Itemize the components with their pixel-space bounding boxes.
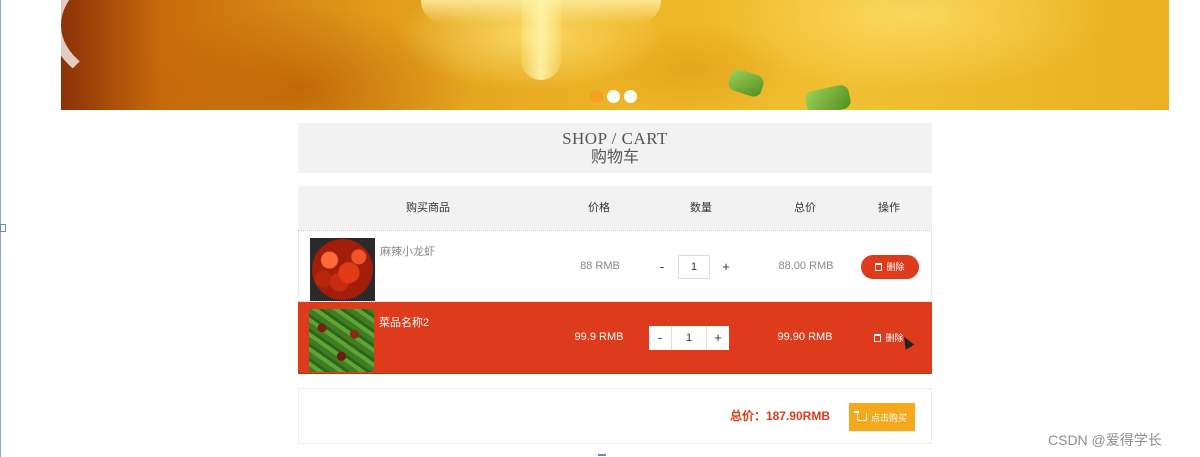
header-product: 购买商品 — [406, 202, 450, 214]
resize-handle[interactable] — [0, 224, 6, 232]
table-row[interactable]: 麻辣小龙虾 88 RMB - 1 + 88.00 RMB 删除 — [298, 230, 932, 302]
product-image[interactable] — [309, 309, 374, 372]
delete-label: 删除 — [886, 262, 905, 272]
bowl-rim — [61, 0, 221, 90]
carousel-dot-3[interactable] — [624, 90, 637, 103]
table-header: 购买商品 价格 数量 总价 操作 — [298, 186, 932, 230]
cart-table: 购买商品 价格 数量 总价 操作 麻辣小龙虾 88 RMB - 1 + 88.0… — [298, 186, 932, 374]
quantity-input[interactable]: 1 — [678, 255, 710, 279]
cart-footer: 总价：187.90RMB 点击购买 — [298, 388, 932, 444]
table-row[interactable]: 菜品名称2 99.9 RMB - 1 + 99.90 RMB 删除 — [298, 302, 932, 374]
cart-total: 总价：187.90RMB — [729, 409, 830, 423]
banner-carousel[interactable] — [61, 0, 1169, 110]
delete-button[interactable]: 删除 — [861, 255, 919, 279]
carousel-dot-2[interactable] — [607, 90, 620, 103]
quantity-decrease-button[interactable]: - — [649, 326, 671, 350]
row-total: 88.00 RMB — [778, 260, 834, 272]
row-total: 99.90 RMB — [777, 331, 833, 343]
watermark: CSDN @爱得学长 — [1048, 432, 1162, 448]
header-total: 总价 — [794, 202, 816, 214]
banner-image-garnish — [803, 83, 853, 110]
quantity-input[interactable]: 1 — [671, 326, 707, 350]
banner-image-pour — [521, 0, 561, 80]
header-action: 操作 — [878, 202, 900, 214]
product-name[interactable]: 菜品名称2 — [379, 314, 429, 330]
page-title-zh: 购物车 — [590, 149, 639, 166]
quantity-stepper: - 1 + — [650, 255, 738, 279]
carousel-indicators — [590, 90, 637, 103]
page-title-en: SHOP / CART — [562, 129, 668, 148]
quantity-increase-button[interactable]: + — [714, 255, 738, 279]
product-price: 88 RMB — [580, 260, 620, 272]
product-name[interactable]: 麻辣小龙虾 — [380, 243, 435, 259]
quantity-decrease-button[interactable]: - — [650, 255, 674, 279]
trash-icon — [874, 334, 882, 342]
product-price: 99.9 RMB — [574, 331, 624, 343]
page-title: SHOP / CART 购物车 — [298, 123, 932, 173]
product-image[interactable] — [310, 238, 375, 301]
buy-label: 点击购买 — [870, 412, 907, 423]
cart-icon — [853, 411, 867, 421]
quantity-stepper: - 1 + — [649, 326, 729, 350]
header-price: 价格 — [588, 202, 610, 214]
banner-image-garnish — [726, 67, 766, 99]
quantity-increase-button[interactable]: + — [707, 326, 729, 350]
resize-handle-bottom[interactable] — [598, 454, 606, 456]
buy-button[interactable]: 点击购买 — [849, 403, 915, 431]
carousel-dot-1[interactable] — [590, 90, 603, 103]
trash-icon — [875, 263, 883, 271]
header-quantity: 数量 — [690, 202, 712, 214]
